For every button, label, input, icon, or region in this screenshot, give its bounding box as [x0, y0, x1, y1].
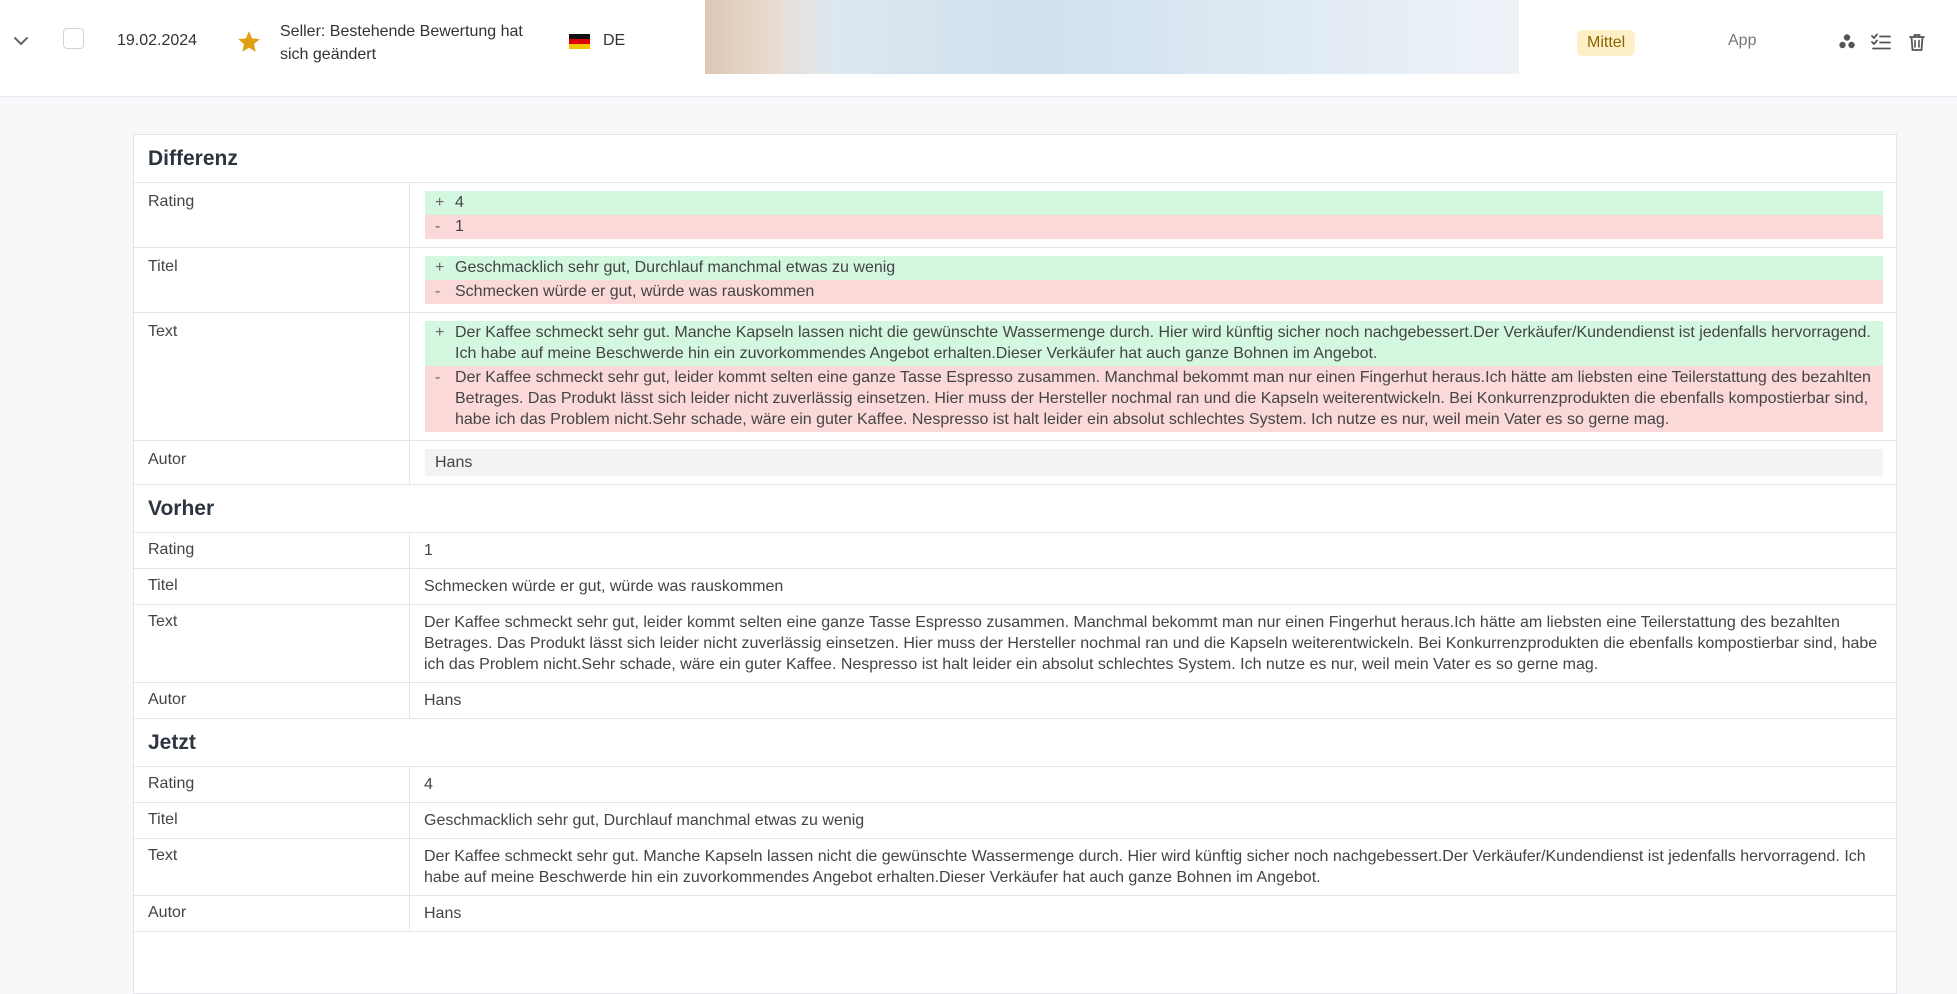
diff-row-text: Text + Der Kaffee schmeckt sehr gut. Manc…	[134, 313, 1896, 441]
removed-text: Der Kaffee schmeckt sehr gut, leider kom…	[455, 369, 1871, 428]
removed-text: Schmecken würde er gut, würde was rausko…	[455, 283, 815, 300]
row-value: Der Kaffee schmeckt sehr gut, leider kom…	[424, 614, 1878, 673]
author-unchanged: Hans	[425, 449, 1883, 476]
row-value: Schmecken würde er gut, würde was rausko…	[424, 578, 784, 595]
removed-text: 1	[455, 218, 464, 235]
diff-cell: + Der Kaffee schmeckt sehr gut. Manche Ka…	[410, 313, 1896, 440]
diff-removed-line: -1	[425, 215, 1883, 239]
trash-icon[interactable]	[1906, 31, 1928, 53]
section-title-before: Vorher	[134, 485, 1896, 533]
diff-removed-line: - Schmecken würde er gut, würde was rausk…	[425, 280, 1883, 304]
diff-row-rating: Rating +4 -1	[134, 183, 1896, 248]
channel-label: App	[1728, 32, 1757, 49]
ticket-subject: Seller: Bestehende Bewertung hat sich ge…	[280, 23, 523, 63]
plus-sign: +	[435, 259, 445, 276]
added-text: Der Kaffee schmeckt sehr gut. Manche Kap…	[455, 324, 1871, 362]
before-row-title: Titel Schmecken würde er gut, würde was …	[134, 569, 1896, 605]
row-value: 1	[424, 542, 433, 559]
star-icon[interactable]	[236, 29, 262, 55]
now-row-rating: Rating 4	[134, 767, 1896, 803]
row-label: Autor	[134, 441, 410, 484]
before-row-author: Autor Hans	[134, 683, 1896, 719]
minus-sign: -	[435, 218, 441, 235]
diff-row-title: Titel + Geschmacklich sehr gut, Durchlauf…	[134, 248, 1896, 313]
plus-sign: +	[435, 324, 445, 341]
row-label: Text	[134, 605, 410, 682]
row-label: Titel	[134, 248, 410, 312]
diff-row-author: Autor Hans	[134, 441, 1896, 485]
row-label: Text	[134, 839, 410, 895]
before-row-rating: Rating 1	[134, 533, 1896, 569]
row-label: Autor	[134, 683, 410, 718]
select-checkbox[interactable]	[63, 28, 84, 49]
row-label: Titel	[134, 803, 410, 838]
added-text: Geschmacklich sehr gut, Durchlauf manchm…	[455, 259, 896, 276]
diff-cell: +4 -1	[410, 183, 1896, 247]
before-row-text: Text Der Kaffee schmeckt sehr gut, leide…	[134, 605, 1896, 683]
flag-de-icon	[569, 34, 590, 49]
ticket-date: 19.02.2024	[117, 32, 198, 49]
product-image-preview	[705, 0, 1519, 74]
now-row-title: Titel Geschmacklich sehr gut, Durchlauf …	[134, 803, 1896, 839]
now-row-text: Text Der Kaffee schmeckt sehr gut. Manch…	[134, 839, 1896, 896]
row-value: 4	[424, 776, 433, 793]
row-label: Rating	[134, 767, 410, 802]
row-label: Autor	[134, 896, 410, 931]
group-icon[interactable]	[1836, 31, 1858, 53]
row-label: Titel	[134, 569, 410, 604]
section-title-now: Jetzt	[134, 719, 1896, 767]
chevron-down-icon[interactable]	[10, 30, 32, 52]
row-value: Hans	[424, 905, 462, 922]
priority-badge: Mittel	[1577, 30, 1636, 56]
diff-cell: Hans	[410, 441, 1896, 484]
row-label: Rating	[134, 183, 410, 247]
checklist-icon[interactable]	[1870, 31, 1892, 53]
diff-added-line: + Der Kaffee schmeckt sehr gut. Manche Ka…	[425, 321, 1883, 366]
language-code: DE	[603, 32, 626, 49]
diff-removed-line: - Der Kaffee schmeckt sehr gut, leider ko…	[425, 366, 1883, 432]
diff-added-line: + Geschmacklich sehr gut, Durchlauf manch…	[425, 256, 1883, 280]
diff-added-line: +4	[425, 191, 1883, 215]
added-text: 4	[455, 194, 464, 211]
ticket-header-row[interactable]: 19.02.2024 Seller: Bestehende Bewertung …	[0, 0, 1957, 97]
section-title-diff: Differenz	[134, 135, 1896, 183]
row-value: Hans	[424, 692, 462, 709]
review-change-panel: Differenz Rating +4 -1 Titel + Geschmackl…	[133, 134, 1897, 994]
row-value: Der Kaffee schmeckt sehr gut. Manche Kap…	[424, 848, 1866, 886]
minus-sign: -	[435, 283, 441, 300]
plus-sign: +	[435, 194, 445, 211]
row-label: Rating	[134, 533, 410, 568]
row-value: Geschmacklich sehr gut, Durchlauf manchm…	[424, 812, 865, 829]
diff-cell: + Geschmacklich sehr gut, Durchlauf manch…	[410, 248, 1896, 312]
minus-sign: -	[435, 369, 441, 386]
now-row-author: Autor Hans	[134, 896, 1896, 932]
row-label: Text	[134, 313, 410, 440]
